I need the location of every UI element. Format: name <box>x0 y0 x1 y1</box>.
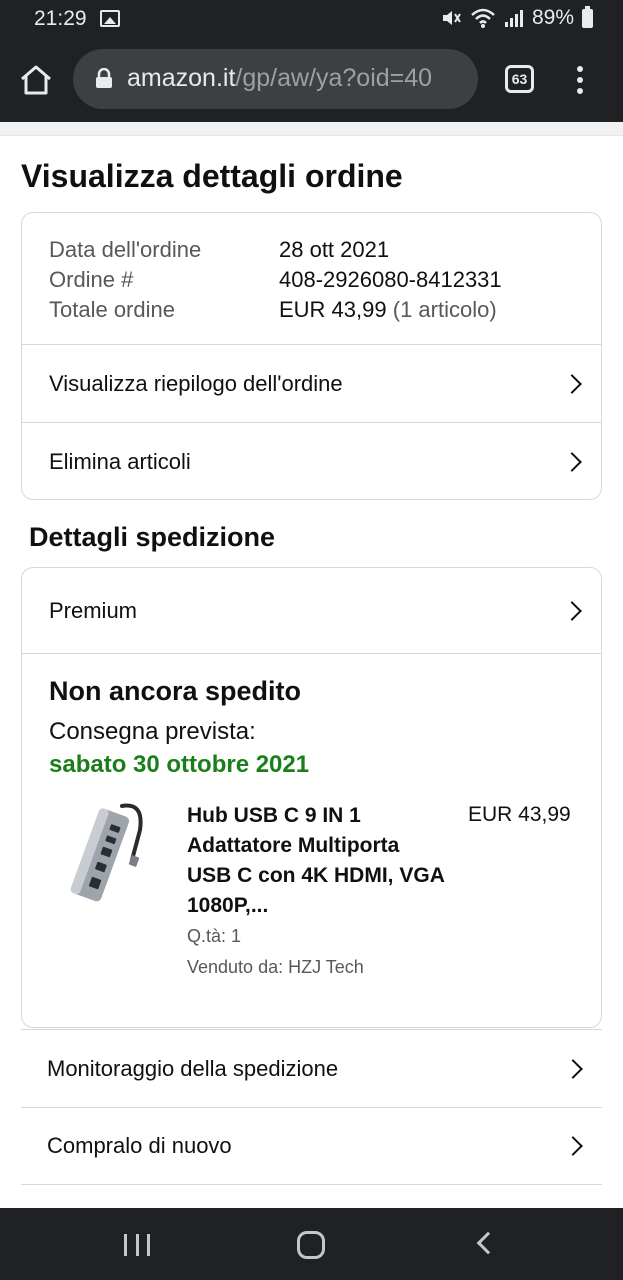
page-title: Visualizza dettagli ordine <box>21 158 403 194</box>
battery-icon <box>582 5 593 28</box>
recents-icon[interactable] <box>124 1234 150 1256</box>
mute-icon <box>442 11 461 25</box>
order-summary-card: Data dell'ordine 28 ott 2021 Ordine # 40… <box>21 212 602 500</box>
track-shipment-link[interactable]: Monitoraggio della spedizione <box>21 1029 602 1107</box>
page-header-strip <box>0 122 623 136</box>
order-number-label: Ordine # <box>49 267 134 292</box>
battery-percent: 89% <box>531 6 574 29</box>
shipping-section-title: Dettagli spedizione <box>29 522 276 552</box>
order-total-row: Totale ordine EUR 43,99 (1 articolo) <box>49 295 502 325</box>
order-total-value: EUR 43,99 (1 articolo) <box>279 295 497 325</box>
more-menu-icon[interactable] <box>568 64 592 96</box>
product-seller: Venduto da: HZJ Tech <box>187 957 364 977</box>
view-order-summary-label: Visualizza riepilogo dell'ordine <box>49 370 343 396</box>
lock-icon <box>96 68 112 88</box>
order-total-label: Totale ordine <box>49 297 175 322</box>
product-title-link[interactable]: Hub USB C 9 IN 1 Adattatore Multiporta U… <box>187 801 447 921</box>
url-path: /gp/aw/ya?oid=40 <box>235 64 433 92</box>
shipment-card: Premium Non ancora spedito Consegna prev… <box>21 567 602 1028</box>
browser-toolbar: amazon.it/gp/aw/ya?oid=40 63 <box>0 38 623 122</box>
status-time: 21:29 <box>34 7 87 30</box>
order-total-amount: EUR 43,99 <box>279 297 387 322</box>
product-image[interactable] <box>60 800 150 910</box>
order-item-count: (1 articolo) <box>392 297 497 322</box>
shipping-method-label: Premium <box>49 598 138 623</box>
delivery-label: Consegna prevista: <box>49 718 256 745</box>
shipment-status: Non ancora spedito <box>49 676 302 706</box>
status-icons: 89% <box>440 5 593 30</box>
url-text: amazon.it/gp/aw/ya?oid=40 <box>127 64 432 93</box>
order-info: Data dell'ordine 28 ott 2021 Ordine # 40… <box>49 235 502 325</box>
chevron-right-icon <box>562 451 582 472</box>
product-price: EUR 43,99 <box>468 803 571 826</box>
signal-icon <box>504 10 523 27</box>
product-quantity: Q.tà: 1 <box>187 926 242 946</box>
chevron-right-icon <box>562 373 582 394</box>
order-number-row: Ordine # 408-2926080-8412331 <box>49 265 502 295</box>
url-domain: amazon.it <box>127 64 236 92</box>
tab-switcher-button[interactable]: 63 <box>505 65 534 93</box>
divider <box>22 653 601 654</box>
address-bar[interactable]: amazon.it/gp/aw/ya?oid=40 <box>73 49 478 109</box>
chevron-right-icon <box>563 1136 583 1156</box>
order-date-row: Data dell'ordine 28 ott 2021 <box>49 235 502 265</box>
status-bar: 21:29 89% <box>0 0 623 38</box>
chevron-right-icon <box>562 601 582 621</box>
buy-again-label: Compralo di nuovo <box>47 1133 232 1158</box>
view-order-summary-link[interactable]: Visualizza riepilogo dell'ordine <box>22 345 601 422</box>
shipping-method-row[interactable]: Premium <box>22 571 601 651</box>
delete-items-label: Elimina articoli <box>49 448 191 474</box>
back-icon[interactable] <box>476 1231 500 1255</box>
chevron-right-icon <box>563 1058 583 1079</box>
wifi-icon <box>471 8 495 28</box>
order-date-value: 28 ott 2021 <box>279 237 390 262</box>
buy-again-link[interactable]: Compralo di nuovo <box>21 1107 602 1185</box>
track-shipment-label: Monitoraggio della spedizione <box>47 1055 339 1081</box>
delivery-date: sabato 30 ottobre 2021 <box>49 751 310 778</box>
system-navigation-bar <box>0 1208 623 1280</box>
shipment-actions: Monitoraggio della spedizione Compralo d… <box>21 1029 602 1185</box>
order-date-label: Data dell'ordine <box>49 237 202 262</box>
order-number-value: 408-2926080-8412331 <box>279 267 502 292</box>
image-icon <box>100 10 120 27</box>
home-icon[interactable] <box>18 62 54 98</box>
home-nav-icon[interactable] <box>297 1231 325 1259</box>
delete-items-link[interactable]: Elimina articoli <box>22 423 601 500</box>
